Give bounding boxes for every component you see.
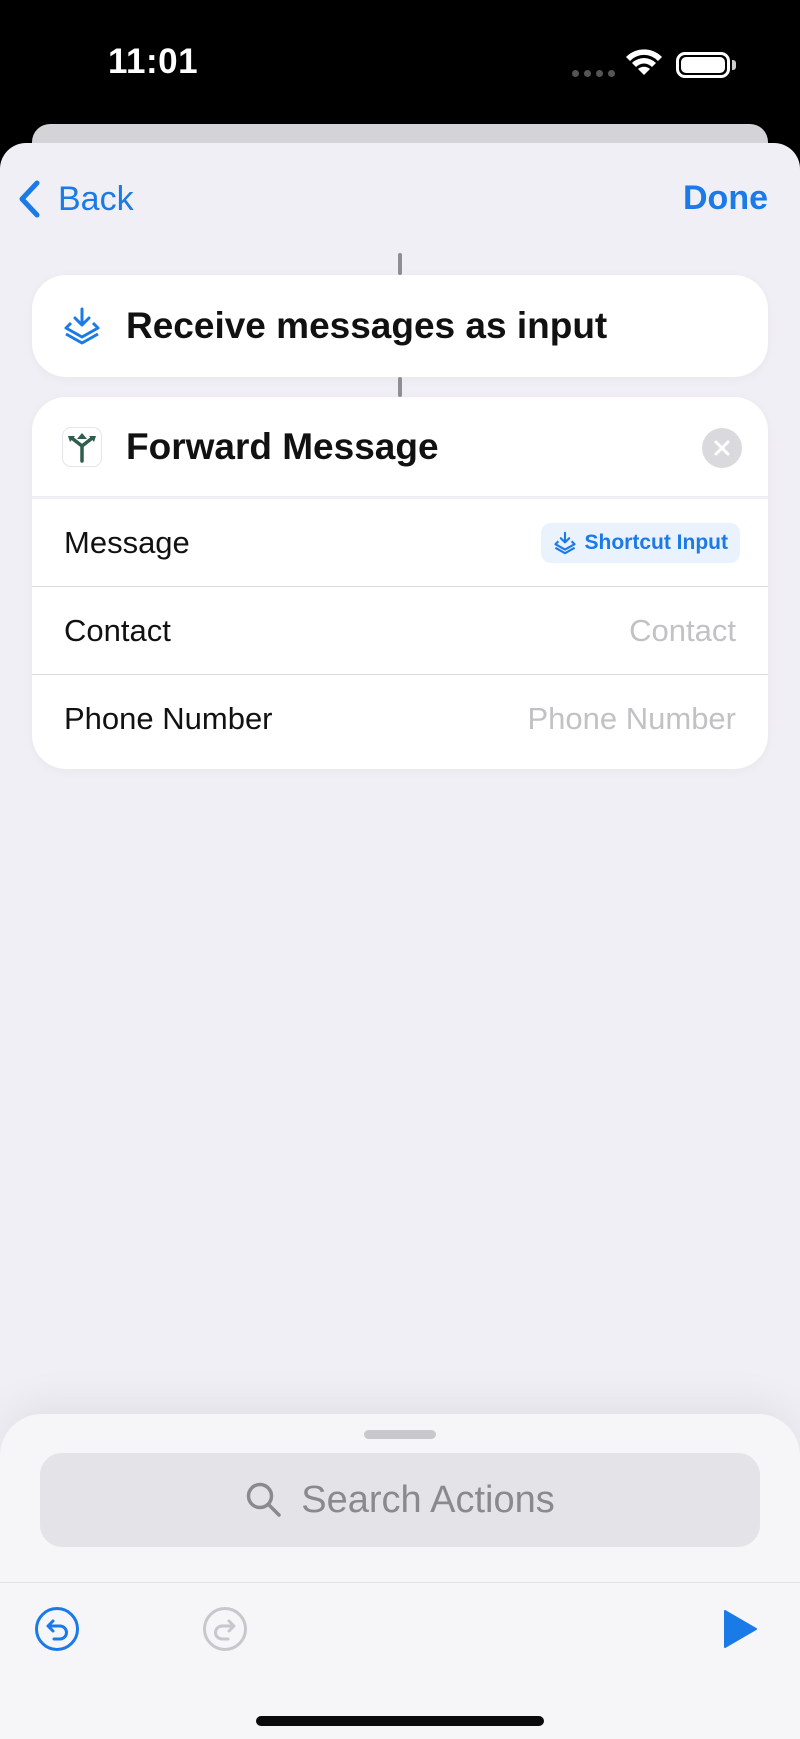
back-button[interactable]: Back bbox=[16, 179, 134, 219]
close-icon bbox=[714, 440, 730, 456]
param-label-message: Message bbox=[64, 524, 190, 560]
input-tray-icon bbox=[553, 531, 576, 554]
action-header[interactable]: Forward Message bbox=[32, 397, 768, 499]
param-row-contact: Contact Contact bbox=[32, 587, 768, 675]
search-actions-field[interactable]: Search Actions bbox=[40, 1453, 760, 1547]
battery-cap bbox=[732, 60, 736, 70]
home-indicator bbox=[256, 1716, 544, 1726]
status-time: 11:01 bbox=[108, 42, 199, 81]
param-label-phone-number: Phone Number bbox=[64, 701, 273, 736]
split-arrows-icon bbox=[62, 426, 102, 467]
input-tray-icon bbox=[64, 307, 100, 345]
flow-connector bbox=[398, 253, 402, 275]
search-icon bbox=[247, 1482, 281, 1517]
phone-number-field[interactable]: Phone Number bbox=[527, 701, 736, 737]
param-row-phone-number: Phone Number Phone Number bbox=[32, 675, 768, 763]
param-label-contact: Contact bbox=[64, 612, 171, 648]
flow-connector bbox=[398, 377, 402, 397]
param-row-message: Message Shortcut Input bbox=[32, 499, 768, 587]
undo-icon[interactable] bbox=[34, 1606, 80, 1652]
action-title: Forward Message bbox=[126, 425, 439, 467]
input-step-card[interactable]: Receive messages as input bbox=[32, 275, 768, 377]
search-placeholder: Search Actions bbox=[301, 1478, 555, 1521]
actions-drawer: Search Actions bbox=[0, 1414, 800, 1739]
wifi-icon bbox=[626, 49, 662, 75]
input-step-title: Receive messages as input bbox=[126, 305, 608, 346]
shortcut-input-token[interactable]: Shortcut Input bbox=[540, 522, 740, 563]
token-label: Shortcut Input bbox=[584, 530, 728, 554]
chevron-left-icon bbox=[19, 180, 40, 218]
status-bar: 11:01 bbox=[0, 0, 800, 125]
drawer-grabber[interactable] bbox=[364, 1430, 436, 1439]
back-label: Back bbox=[58, 179, 134, 218]
done-button[interactable]: Done bbox=[683, 179, 768, 218]
play-icon[interactable] bbox=[722, 1609, 758, 1649]
remove-action-button[interactable] bbox=[702, 428, 742, 468]
forward-message-action-card: Forward Message Message Shortcut Input C… bbox=[32, 397, 768, 769]
contact-field[interactable]: Contact bbox=[629, 613, 736, 649]
battery-icon bbox=[676, 52, 730, 78]
toolbar-divider bbox=[0, 1582, 800, 1583]
redo-icon[interactable] bbox=[202, 1606, 248, 1652]
cellular-signal-icon bbox=[572, 70, 615, 77]
